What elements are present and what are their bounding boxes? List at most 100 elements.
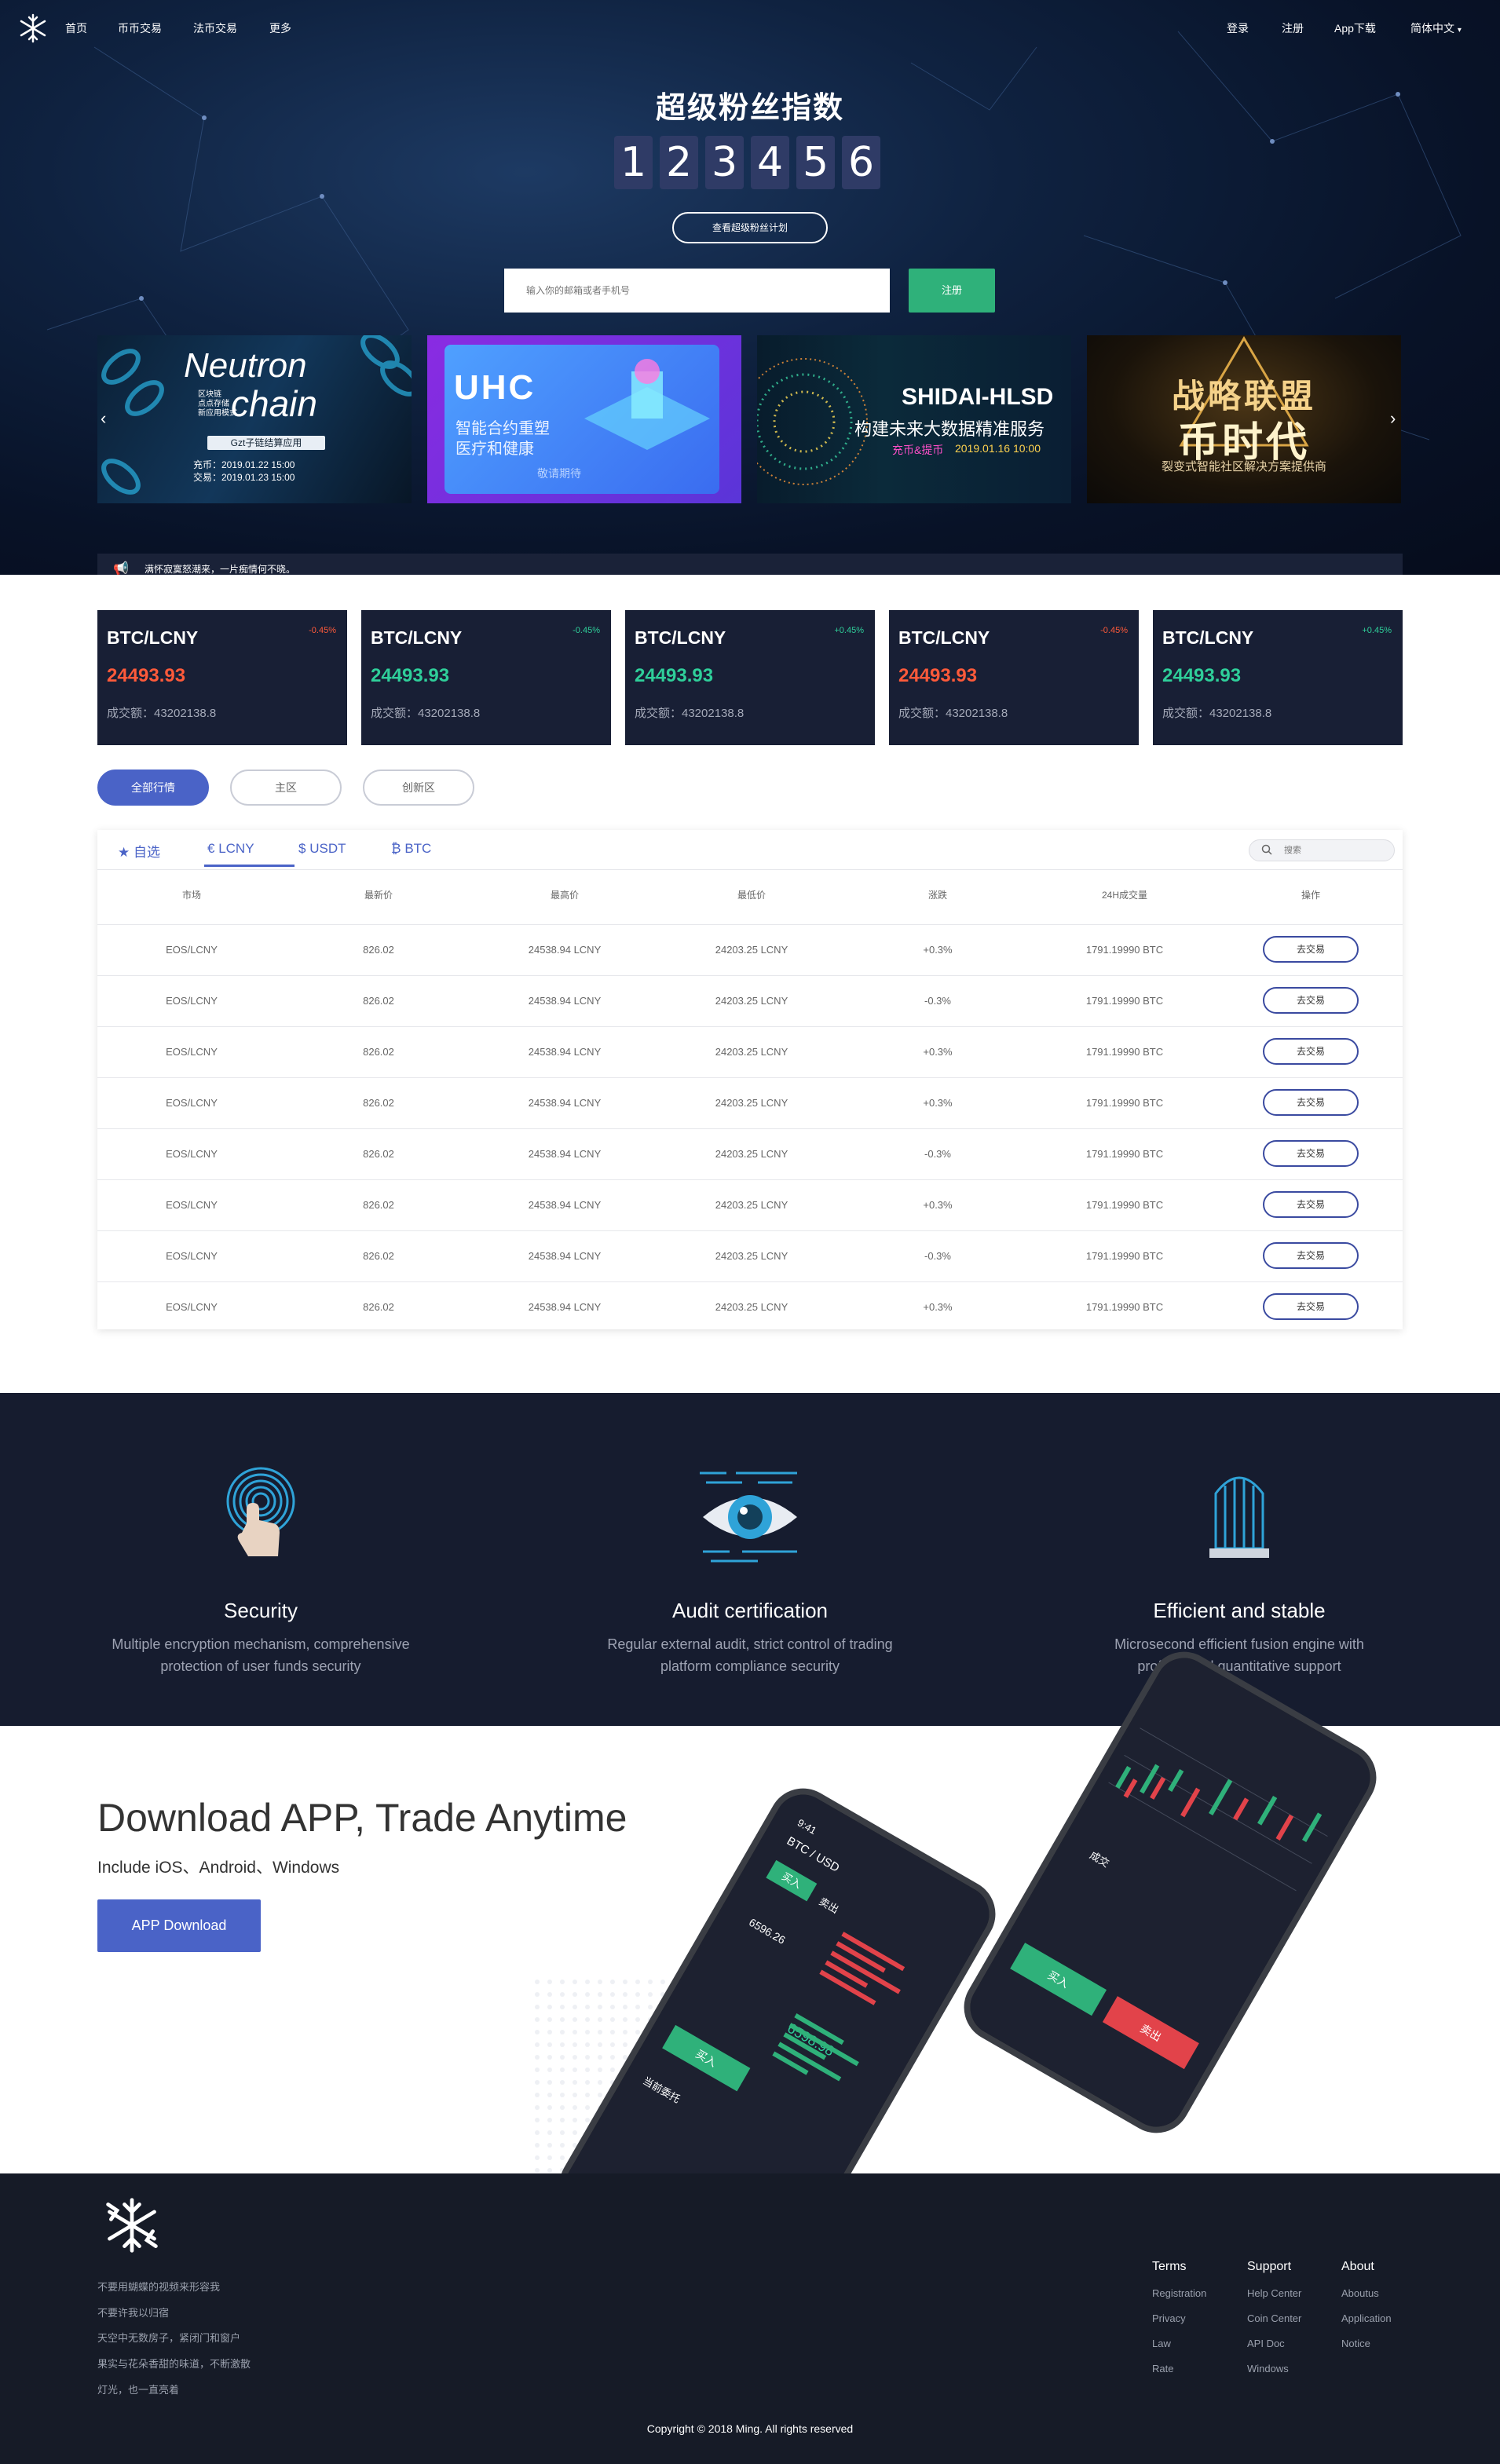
footer-link-coin-center[interactable]: Coin Center <box>1247 2312 1301 2324</box>
cell-market: EOS/LCNY <box>166 1199 218 1211</box>
table-row[interactable]: EOS/LCNY 826.02 24538.94 LCNY 24203.25 LCNY… <box>97 1281 1403 1333</box>
cell-change: -0.3% <box>924 1148 951 1160</box>
ticker-card[interactable]: BTC/LCNY +0.45% 24493.93 成交额：43202138.8 <box>625 610 875 745</box>
table-row[interactable]: EOS/LCNY 826.02 24538.94 LCNY 24203.25 LCNY… <box>97 1077 1403 1128</box>
cell-low: 24203.25 LCNY <box>715 1097 788 1109</box>
table-row[interactable]: EOS/LCNY 826.02 24538.94 LCNY 24203.25 LCNY… <box>97 1128 1403 1179</box>
notice-text[interactable]: 满怀寂寞怒潮来，一片痴情何不晓。 <box>145 564 295 575</box>
table-row[interactable]: EOS/LCNY 826.02 24538.94 LCNY 24203.25 LCNY… <box>97 1026 1403 1077</box>
banner-strategic-alliance[interactable]: 战略联盟 币时代 裂变式智能社区解决方案提供商 <box>1087 335 1401 503</box>
footer-line: 果实与花朵香甜的味道，不断激散 <box>97 2358 251 2370</box>
filter-all-markets[interactable]: 全部行情 <box>97 770 209 806</box>
go-trade-button[interactable]: 去交易 <box>1263 1089 1359 1116</box>
tab-usdt[interactable]: $ USDT <box>298 841 346 857</box>
cell-low: 24203.25 LCNY <box>715 1250 788 1262</box>
feature-desc: Regular external audit, strict control o… <box>514 1633 986 1677</box>
cell-high: 24538.94 LCNY <box>528 944 602 956</box>
app-download-button[interactable]: APP Download <box>97 1899 261 1952</box>
ticker-card[interactable]: BTC/LCNY -0.45% 24493.93 成交额：43202138.8 <box>361 610 611 745</box>
footer-link-windows[interactable]: Windows <box>1247 2363 1289 2374</box>
language-label: 简体中文 <box>1410 22 1454 35</box>
cell-volume: 1791.19990 BTC <box>1085 944 1164 956</box>
counter-digit: 2 <box>660 136 698 189</box>
banner-neutron-chain[interactable]: Neutron chain 区块链 点点存储 新应用模式 Gzt子链结算应用 充… <box>97 335 412 503</box>
snowflake-logo-icon[interactable] <box>17 13 49 44</box>
col-header-low: 最低价 <box>737 890 766 901</box>
table-divider <box>97 869 1403 870</box>
tab-btc[interactable]: ₿ BTC <box>391 841 431 857</box>
go-trade-button[interactable]: 去交易 <box>1263 1242 1359 1269</box>
download-subtitle: Include iOS、Android、Windows <box>97 1859 340 1877</box>
tab-usdt-label: USDT <box>309 841 346 856</box>
ticker-volume: 成交额：43202138.8 <box>1162 707 1272 720</box>
footer-link-law[interactable]: Law <box>1152 2338 1171 2349</box>
counter-digit: 6 <box>842 136 880 189</box>
filter-main-zone[interactable]: 主区 <box>230 770 342 806</box>
footer-link-api-doc[interactable]: API Doc <box>1247 2338 1285 2349</box>
feature-desc-line: Multiple encryption mechanism, comprehen… <box>112 1636 410 1652</box>
banner-shidai-hlsd[interactable]: SHIDAI-HLSD 构建未来大数据精准服务 充币&提币 2019.01.16… <box>757 335 1071 503</box>
go-trade-button[interactable]: 去交易 <box>1263 1140 1359 1167</box>
cell-change: +0.3% <box>923 1046 953 1058</box>
cell-high: 24538.94 LCNY <box>528 1097 602 1109</box>
cell-last-price: 826.02 <box>363 1097 394 1109</box>
go-trade-button[interactable]: 去交易 <box>1263 936 1359 963</box>
banner3-line1: 构建未来大数据精准服务 <box>854 419 1045 439</box>
banner-next-arrow-icon[interactable]: › <box>1390 408 1396 429</box>
megaphone-icon: 📢 <box>113 562 129 575</box>
nav-fiat-trade[interactable]: 法币交易 <box>193 20 237 36</box>
hero-title: 超级粉丝指数 <box>655 92 844 125</box>
view-fan-plan-button[interactable]: 查看超级粉丝计划 <box>672 212 828 243</box>
footer-link-notice[interactable]: Notice <box>1341 2338 1370 2349</box>
banner1-line2: 交易：2019.01.23 15:00 <box>193 472 295 483</box>
ticker-pair: BTC/LCNY <box>635 627 726 648</box>
footer-link-aboutus[interactable]: Aboutus <box>1341 2287 1379 2299</box>
nav-login[interactable]: 登录 <box>1227 20 1249 36</box>
footer-link-rate[interactable]: Rate <box>1152 2363 1173 2374</box>
register-button[interactable]: 注册 <box>909 269 995 313</box>
dollar-icon: $ <box>298 841 306 856</box>
banner1-title2: chain <box>231 383 317 424</box>
cell-volume: 1791.19990 BTC <box>1085 1046 1164 1058</box>
footer-link-help-center[interactable]: Help Center <box>1247 2287 1301 2299</box>
cell-low: 24203.25 LCNY <box>715 995 788 1007</box>
ticker-card[interactable]: BTC/LCNY +0.45% 24493.93 成交额：43202138.8 <box>1153 610 1403 745</box>
nav-coin-trade[interactable]: 币币交易 <box>118 20 162 36</box>
footer-link-application[interactable]: Application <box>1341 2312 1392 2324</box>
cell-last-price: 826.02 <box>363 1301 394 1313</box>
ticker-pair: BTC/LCNY <box>898 627 990 648</box>
footer-link-privacy[interactable]: Privacy <box>1152 2312 1186 2324</box>
nav-register[interactable]: 注册 <box>1282 20 1304 36</box>
cell-last-price: 826.02 <box>363 1199 394 1211</box>
go-trade-button[interactable]: 去交易 <box>1263 1191 1359 1218</box>
nav-more[interactable]: 更多 <box>269 20 291 36</box>
go-trade-button[interactable]: 去交易 <box>1263 1038 1359 1065</box>
banner1-title: Neutron <box>184 346 307 385</box>
download-title: Download APP, Trade Anytime <box>97 1796 627 1840</box>
ticker-volume: 成交额：43202138.8 <box>635 707 745 720</box>
ticker-card[interactable]: BTC/LCNY -0.45% 24493.93 成交额：43202138.8 <box>889 610 1139 745</box>
table-row[interactable]: EOS/LCNY 826.02 24538.94 LCNY 24203.25 LCNY… <box>97 924 1403 975</box>
banner-uhc[interactable]: UHC 智能合约重塑 医疗和健康 敬请期待 <box>427 335 741 503</box>
table-row[interactable]: EOS/LCNY 826.02 24538.94 LCNY 24203.25 LCNY… <box>97 975 1403 1026</box>
nav-app-download[interactable]: App下载 <box>1334 20 1376 36</box>
nav-home[interactable]: 首页 <box>65 20 87 36</box>
tab-favorites-label: 自选 <box>133 845 160 860</box>
go-trade-button[interactable]: 去交易 <box>1263 987 1359 1014</box>
nav-language[interactable]: 简体中文 ▾ <box>1410 20 1462 36</box>
go-trade-button[interactable]: 去交易 <box>1263 1293 1359 1320</box>
ticker-change: +0.45% <box>1362 626 1392 635</box>
footer-col-terms-heading: Terms <box>1152 2260 1187 2273</box>
tab-lcny[interactable]: € LCNY <box>207 841 254 857</box>
footer-link-registration[interactable]: Registration <box>1152 2287 1206 2299</box>
market-table: ★ 自选 € LCNY $ USDT ₿ BTC 市场 最新价 最高价 最低价 … <box>97 830 1403 1329</box>
filter-innovation-zone[interactable]: 创新区 <box>363 770 474 806</box>
banner-prev-arrow-icon[interactable]: ‹ <box>101 408 106 429</box>
col-header-action: 操作 <box>1301 890 1320 901</box>
email-phone-input[interactable] <box>504 269 890 313</box>
ticker-card[interactable]: BTC/LCNY -0.45% 24493.93 成交额：43202138.8 <box>97 610 347 745</box>
table-row[interactable]: EOS/LCNY 826.02 24538.94 LCNY 24203.25 LCNY… <box>97 1230 1403 1281</box>
tab-favorites[interactable]: ★ 自选 <box>118 841 160 861</box>
table-row[interactable]: EOS/LCNY 826.02 24538.94 LCNY 24203.25 LCNY… <box>97 1179 1403 1230</box>
cell-market: EOS/LCNY <box>166 1097 218 1109</box>
